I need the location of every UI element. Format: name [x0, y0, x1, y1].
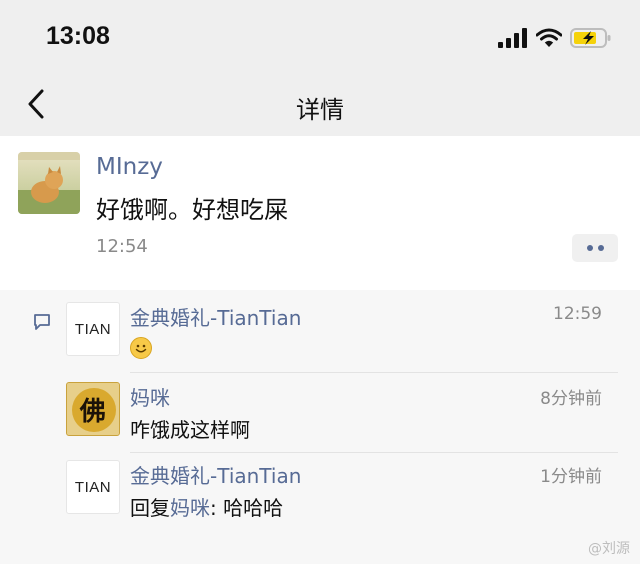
comment-item[interactable]: TIAN 金典婚礼-TianTian 1分钟前 回复妈咪: 哈哈哈 [66, 460, 618, 520]
commenter-name[interactable]: 金典婚礼-TianTian [130, 460, 301, 489]
commenter-name[interactable]: 金典婚礼-TianTian [130, 302, 301, 331]
comment-bubble-icon [34, 314, 50, 330]
comment-time: 1分钟前 [540, 467, 602, 487]
wifi-icon [536, 28, 562, 47]
comment-time: 12:59 [553, 304, 602, 324]
commenter-avatar[interactable]: TIAN [66, 460, 120, 514]
commenter-name[interactable]: 妈咪 [130, 382, 170, 411]
reply-prefix: 回复 [130, 496, 170, 520]
comment-item[interactable]: 佛 妈咪 8分钟前 咋饿成这样啊 [66, 382, 618, 442]
divider [130, 452, 618, 453]
comment-item[interactable]: TIAN 金典婚礼-TianTian 12:59 [66, 302, 618, 362]
reply-to-name[interactable]: 妈咪 [170, 496, 210, 520]
comment-time: 8分钟前 [540, 389, 602, 409]
status-icons [498, 26, 612, 50]
page-title: 详情 [296, 96, 344, 124]
reply-separator: : [210, 496, 224, 520]
dot-icon [597, 245, 604, 251]
post-time: 12:54 [96, 236, 148, 257]
weibo-watermark: @刘源 [588, 541, 630, 557]
battery-charging-icon [570, 28, 611, 48]
comment-text: 回复妈咪: 哈哈哈 [130, 492, 283, 521]
status-bar: 13:08 [0, 0, 640, 76]
dot-icon [586, 245, 593, 251]
post-text: 好饿啊。好想吃屎 [96, 196, 288, 224]
more-actions-button[interactable] [572, 234, 618, 262]
commenter-avatar[interactable]: 佛 [66, 382, 120, 436]
commenter-avatar[interactable]: TIAN [66, 302, 120, 356]
comments-section: TIAN 金典婚礼-TianTian 12:59 佛 妈咪 8分钟前 咋饿成这样… [0, 290, 640, 564]
avatar-calligraphy-text: 佛 [79, 396, 107, 427]
cat-photo-avatar [18, 152, 80, 214]
smile-emoji-icon [130, 336, 152, 359]
post-author-name[interactable]: MInzy [96, 154, 163, 180]
moment-post: MInzy 好饿啊。好想吃屎 12:54 [0, 136, 640, 286]
divider [130, 372, 618, 373]
cellular-signal-icon [498, 28, 527, 48]
comment-text: 咋饿成这样啊 [130, 418, 250, 442]
status-time: 13:08 [46, 22, 110, 50]
author-avatar[interactable] [18, 152, 80, 214]
navbar: 详情 [0, 76, 640, 136]
comment-text [130, 334, 152, 359]
reply-text: 哈哈哈 [223, 496, 284, 520]
